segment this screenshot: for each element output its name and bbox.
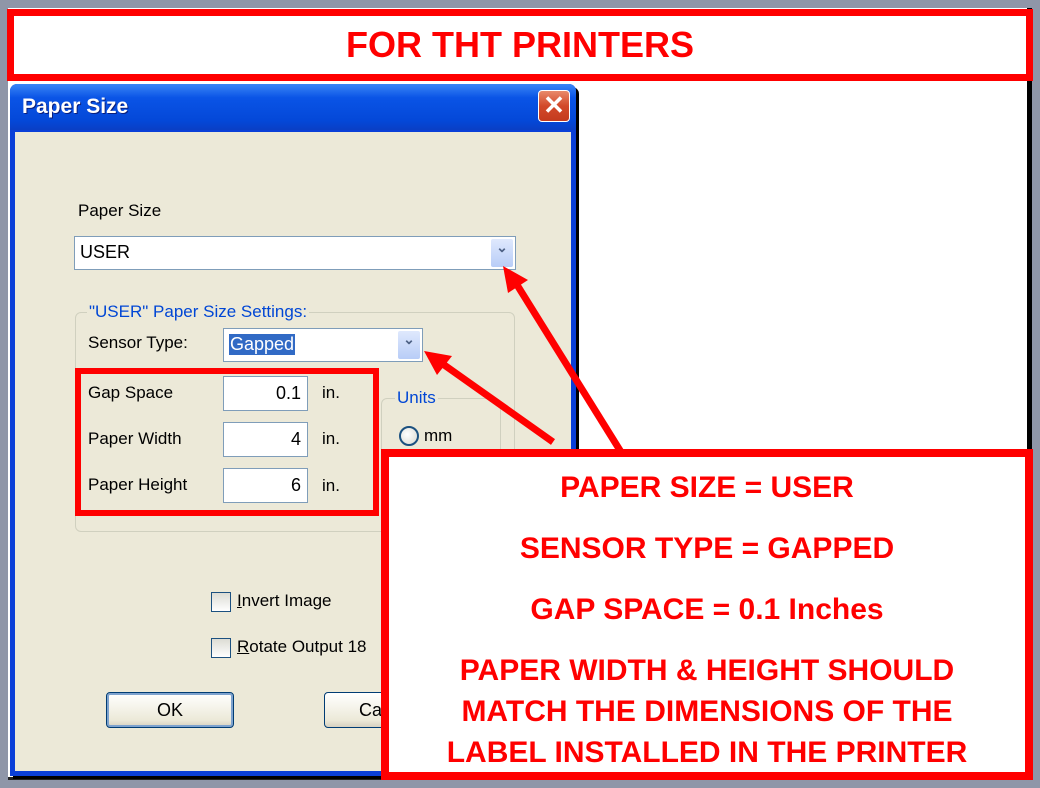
rotate-output-text: otate Output 18 — [249, 637, 367, 656]
callout-line: GAP SPACE = 0.1 Inches — [530, 593, 884, 626]
callout-line: SENSOR TYPE = GAPPED — [519, 532, 895, 565]
user-settings-group-title: "USER" Paper Size Settings: — [87, 302, 310, 322]
callout-line: PAPER SIZE = USER — [560, 471, 854, 504]
invert-image-checkbox[interactable] — [211, 592, 231, 612]
banner-text: FOR THT PRINTERS — [346, 24, 694, 65]
callout-line: PAPER WIDTH & HEIGHT SHOULD — [459, 654, 955, 687]
units-group-title: Units — [395, 388, 438, 408]
chevron-down-icon[interactable]: ⌄ — [398, 331, 420, 359]
rotate-output-checkbox[interactable] — [211, 638, 231, 658]
accelerator-key: R — [237, 637, 250, 656]
close-icon: ✕ — [543, 90, 565, 120]
callout-line: MATCH THE DIMENSIONS OF THE — [461, 695, 953, 728]
fields-highlight-box — [75, 368, 379, 516]
instructions-callout: PAPER SIZE = USER SENSOR TYPE = GAPPED G… — [381, 449, 1033, 780]
dialog-title: Paper Size — [22, 95, 129, 118]
units-mm-label: mm — [424, 426, 453, 445]
dialog-titlebar[interactable]: Paper Size ✕ — [10, 84, 576, 130]
paper-size-label: Paper Size — [78, 201, 162, 220]
callout-line: LABEL INSTALLED IN THE PRINTER — [446, 736, 968, 769]
rotate-output-label: Rotate Output 18 — [237, 637, 366, 657]
paper-size-select[interactable]: USER ⌄ — [74, 236, 516, 270]
ok-button[interactable]: OK — [106, 692, 234, 728]
units-mm-radio[interactable] — [399, 426, 419, 446]
invert-image-label: Invert Image — [237, 591, 332, 611]
title-banner: FOR THT PRINTERS — [7, 9, 1033, 81]
sensor-type-select[interactable]: Gapped ⌄ — [223, 328, 423, 362]
paper-size-value: USER — [80, 242, 131, 262]
invert-image-text: nvert Image — [241, 591, 332, 610]
chevron-down-icon[interactable]: ⌄ — [491, 239, 513, 267]
close-button[interactable]: ✕ — [538, 90, 570, 122]
sensor-type-label: Sensor Type: — [88, 333, 188, 352]
sensor-type-value: Gapped — [229, 334, 296, 355]
